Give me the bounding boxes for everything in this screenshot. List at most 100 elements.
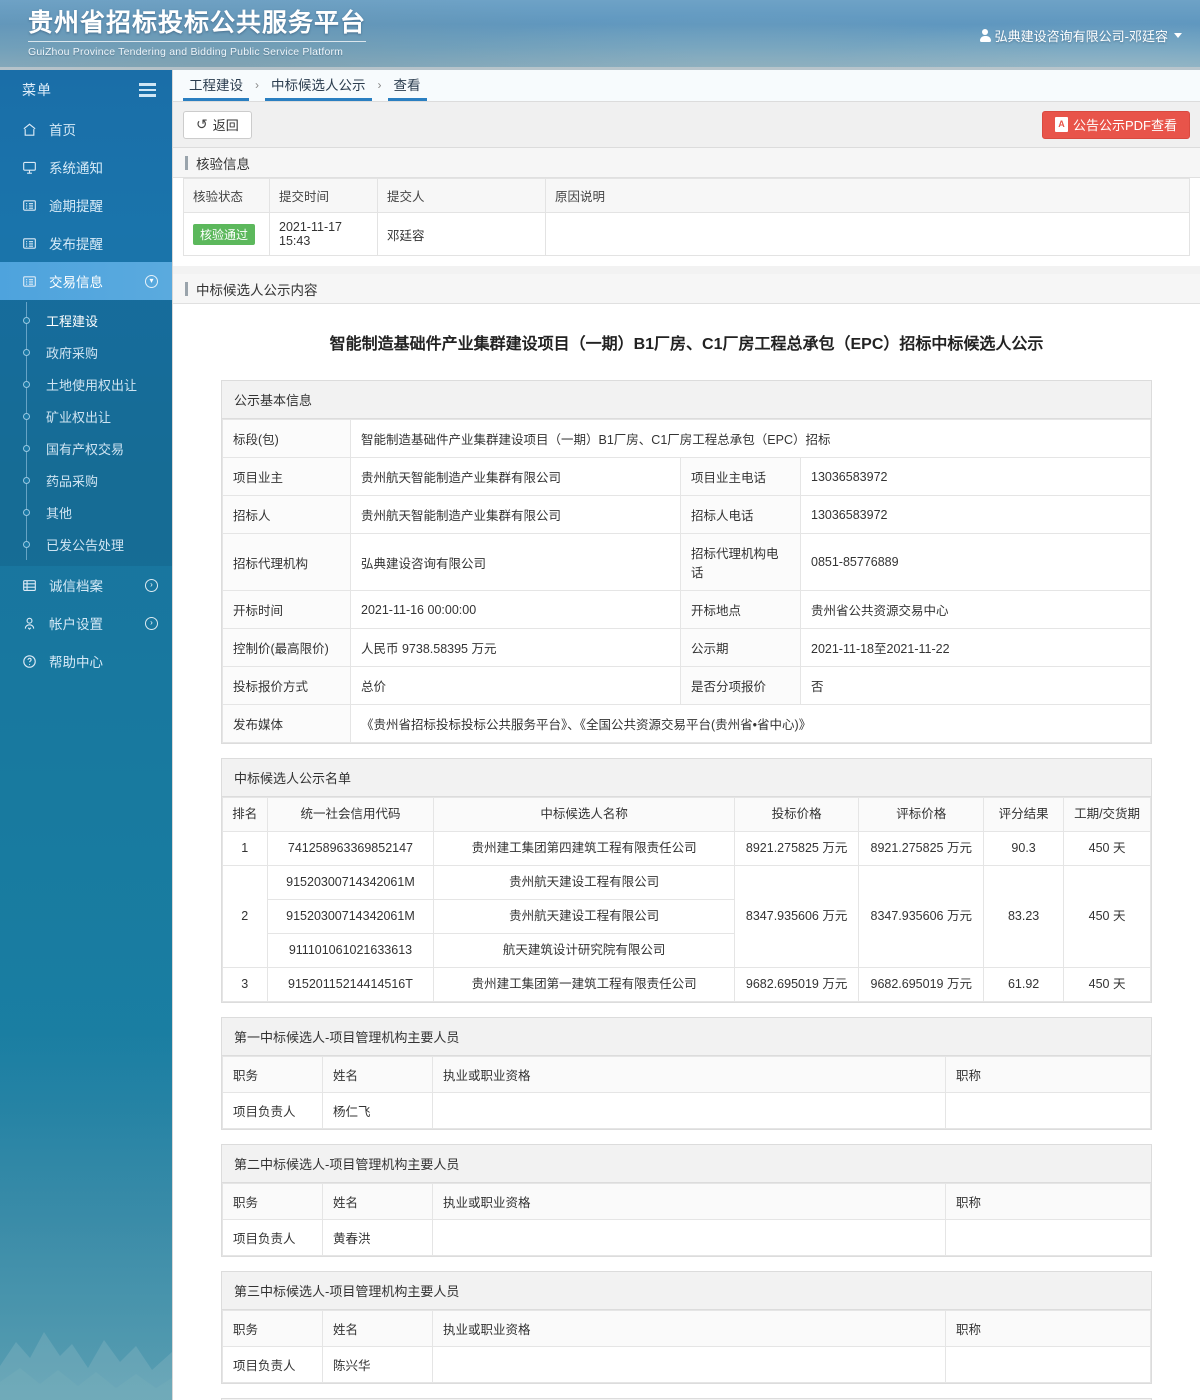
table-header-row: 核验状态 提交时间 提交人 原因说明 xyxy=(183,178,1190,213)
sidebar-item-label: 诚信档案 xyxy=(49,579,103,594)
sidebar-subitem-label: 已发公告处理 xyxy=(46,537,125,553)
staff-qualification xyxy=(432,1346,946,1383)
sidebar-item-label: 系统通知 xyxy=(49,161,103,176)
sidebar-subitem-7[interactable]: 已发公告处理 xyxy=(0,528,172,560)
sidebar-subitem-4[interactable]: 国有产权交易 xyxy=(0,432,172,464)
verify-person-cell: 邓廷容 xyxy=(377,212,546,256)
table-row: 核验通过 2021-11-17 15:43 邓廷容 xyxy=(183,212,1190,256)
candidate-credit-code: 91520300714342061M xyxy=(266,899,435,934)
candidate-score: 90.3 xyxy=(983,831,1065,866)
candidates-block: 中标候选人公示名单 排名 统一社会信用代码 中标候选人名称 投标价格 评标价格 评分结果工… xyxy=(221,758,1152,1003)
monitor-icon xyxy=(18,160,40,175)
pdf-view-button[interactable]: A 公告公示PDF查看 xyxy=(1041,110,1190,139)
sidebar-subitem-label: 工程建设 xyxy=(46,313,99,329)
staff-title xyxy=(945,1346,1151,1383)
staff-block-0: 第一中标候选人-项目管理机构主要人员 职务 姓名 执业或职业资格 职称 项目负责人 杨仁飞 xyxy=(221,1017,1152,1130)
candidate-name: 航天建筑设计研究院有限公司 xyxy=(433,933,735,968)
staff-col-header: 执业或职业资格 xyxy=(432,1183,946,1220)
sidebar-subitem-5[interactable]: 药品采购 xyxy=(0,464,172,496)
info-value: 人民币 9738.58395 万元 xyxy=(350,628,681,667)
info-value: 贵州航天智能制造产业集群有限公司 xyxy=(350,495,681,534)
pdf-file-icon: A xyxy=(1054,117,1068,132)
candidate-duration: 450 天 xyxy=(1063,831,1151,866)
sidebar-bottom-item-1[interactable]: 帐户设置 › xyxy=(0,604,172,642)
candidate-eval-price: 8921.275825 万元 xyxy=(858,831,985,866)
candidates-col-header: 评分结果 xyxy=(983,797,1065,832)
sidebar-subitem-3[interactable]: 矿业权出让 xyxy=(0,400,172,432)
sidebar-subitem-label: 国有产权交易 xyxy=(46,441,125,457)
staff-col-header: 职务 xyxy=(222,1310,323,1347)
candidates-col-header: 评标价格 xyxy=(858,797,985,832)
candidate-name: 贵州航天建设工程有限公司 xyxy=(433,865,735,900)
candidates-col-header: 工期/交货期 xyxy=(1063,797,1151,832)
sidebar-item-label: 帐户设置 xyxy=(49,617,103,632)
mountain-decoration-icon xyxy=(0,1332,172,1400)
staff-title xyxy=(945,1092,1151,1129)
sidebar-subitem-2[interactable]: 土地使用权出让 xyxy=(0,368,172,400)
info-value: 否 xyxy=(800,666,1151,705)
chevron-down-icon: ▾ xyxy=(145,274,158,288)
staff-col-header: 职称 xyxy=(945,1183,1151,1220)
announcement-body: 智能制造基础件产业集群建设项目（一期）B1厂房、C1厂房工程总承包（EPC）招标… xyxy=(173,304,1200,1400)
table-row: 项目负责人 黄春洪 xyxy=(222,1219,1151,1256)
table-row: 2 91520300714342061M 贵州航天建设工程有限公司 8347.9356… xyxy=(222,865,1151,968)
info-value: 13036583972 xyxy=(800,495,1151,534)
sidebar-item-1[interactable]: 系统通知 xyxy=(0,148,172,186)
info-row: 招标人 贵州航天智能制造产业集群有限公司 招标人电话 13036583972 xyxy=(222,495,1151,534)
staff-table: 职务 姓名 执业或职业资格 职称 项目负责人 黄春洪 xyxy=(222,1183,1151,1256)
announcement-section-title: 中标候选人公示内容 xyxy=(173,274,1200,304)
info-label: 标段(包) xyxy=(222,419,351,458)
breadcrumb-item-0[interactable]: 工程建设 xyxy=(183,70,249,101)
staff-name: 陈兴华 xyxy=(322,1346,433,1383)
breadcrumb-item-1[interactable]: 中标候选人公示 xyxy=(265,70,372,101)
sidebar-subitem-label: 矿业权出让 xyxy=(46,409,112,425)
staff-col-header: 职称 xyxy=(945,1056,1151,1093)
user-icon xyxy=(979,29,991,42)
candidate-rank: 3 xyxy=(222,967,268,1002)
info-label: 招标人 xyxy=(222,495,351,534)
verify-col-header: 核验状态 xyxy=(183,178,270,213)
staff-col-header: 职务 xyxy=(222,1056,323,1093)
table-row: 项目负责人 杨仁飞 xyxy=(222,1092,1151,1129)
info-label: 投标报价方式 xyxy=(222,666,351,705)
verify-col-header: 提交人 xyxy=(377,178,546,213)
back-button-label: 返回 xyxy=(212,118,239,133)
breadcrumb: 工程建设 › 中标候选人公示 › 查看 xyxy=(173,70,1200,102)
candidates-col-header: 中标候选人名称 xyxy=(433,797,735,832)
sidebar-bottom-item-0[interactable]: 诚信档案 › xyxy=(0,566,172,604)
back-button[interactable]: ↺ 返回 xyxy=(183,110,252,139)
verify-col-header: 原因说明 xyxy=(545,178,1190,213)
sidebar-item-2[interactable]: 逾期提醒 xyxy=(0,186,172,224)
breadcrumb-item-2[interactable]: 查看 xyxy=(387,70,427,101)
breadcrumb-separator: › xyxy=(377,78,382,92)
candidate-credit-code: 741258963369852147 xyxy=(266,831,435,866)
user-menu[interactable]: 弘典建设咨询有限公司-邓廷容 xyxy=(979,26,1182,45)
table-header-row: 职务 姓名 执业或职业资格 职称 xyxy=(222,1183,1151,1220)
candidates-col-header: 排名 xyxy=(222,797,268,832)
announcement-panel: 中标候选人公示内容 智能制造基础件产业集群建设项目（一期）B1厂房、C1厂房工程… xyxy=(173,274,1200,1400)
sidebar-subitem-6[interactable]: 其他 xyxy=(0,496,172,528)
sidebar-item-0[interactable]: 首页 xyxy=(0,110,172,148)
sidebar: 菜单 首页 系统通知 逾期提醒 发布提醒 交易信息 ▾ 工程建设 政府采购 土地使用权出让 矿业… xyxy=(0,70,172,1400)
info-value: 智能制造基础件产业集群建设项目（一期）B1厂房、C1厂房工程总承包（EPC）招标 xyxy=(350,419,1151,458)
table-header-row: 职务 姓名 执业或职业资格 职称 xyxy=(222,1310,1151,1347)
pdf-button-label: 公告公示PDF查看 xyxy=(1072,118,1177,133)
status-badge: 核验通过 xyxy=(193,223,256,245)
verify-status-cell: 核验通过 xyxy=(183,212,270,256)
info-value: 2021-11-18至2021-11-22 xyxy=(800,628,1151,667)
candidates-col-header: 统一社会信用代码 xyxy=(266,797,435,832)
candidate-name: 贵州航天建设工程有限公司 xyxy=(433,899,735,934)
sidebar-subitem-0[interactable]: 工程建设 xyxy=(0,304,172,336)
candidate-name: 贵州建工集团第一建筑工程有限责任公司 xyxy=(433,967,735,1002)
sidebar-item-label: 发布提醒 xyxy=(49,237,103,252)
sidebar-bottom-item-2[interactable]: 帮助中心 xyxy=(0,642,172,680)
hamburger-icon[interactable] xyxy=(139,83,156,97)
candidate-rank: 1 xyxy=(222,831,268,866)
verify-reason-cell xyxy=(545,212,1190,256)
candidate-bid-price: 8347.935606 万元 xyxy=(733,865,860,968)
sidebar-subitem-1[interactable]: 政府采购 xyxy=(0,336,172,368)
sidebar-item-4[interactable]: 交易信息 ▾ xyxy=(0,262,172,300)
info-label: 项目业主电话 xyxy=(680,457,801,496)
sidebar-item-3[interactable]: 发布提醒 xyxy=(0,224,172,262)
staff-block-header: 第三中标候选人-项目管理机构主要人员 xyxy=(222,1272,1151,1310)
